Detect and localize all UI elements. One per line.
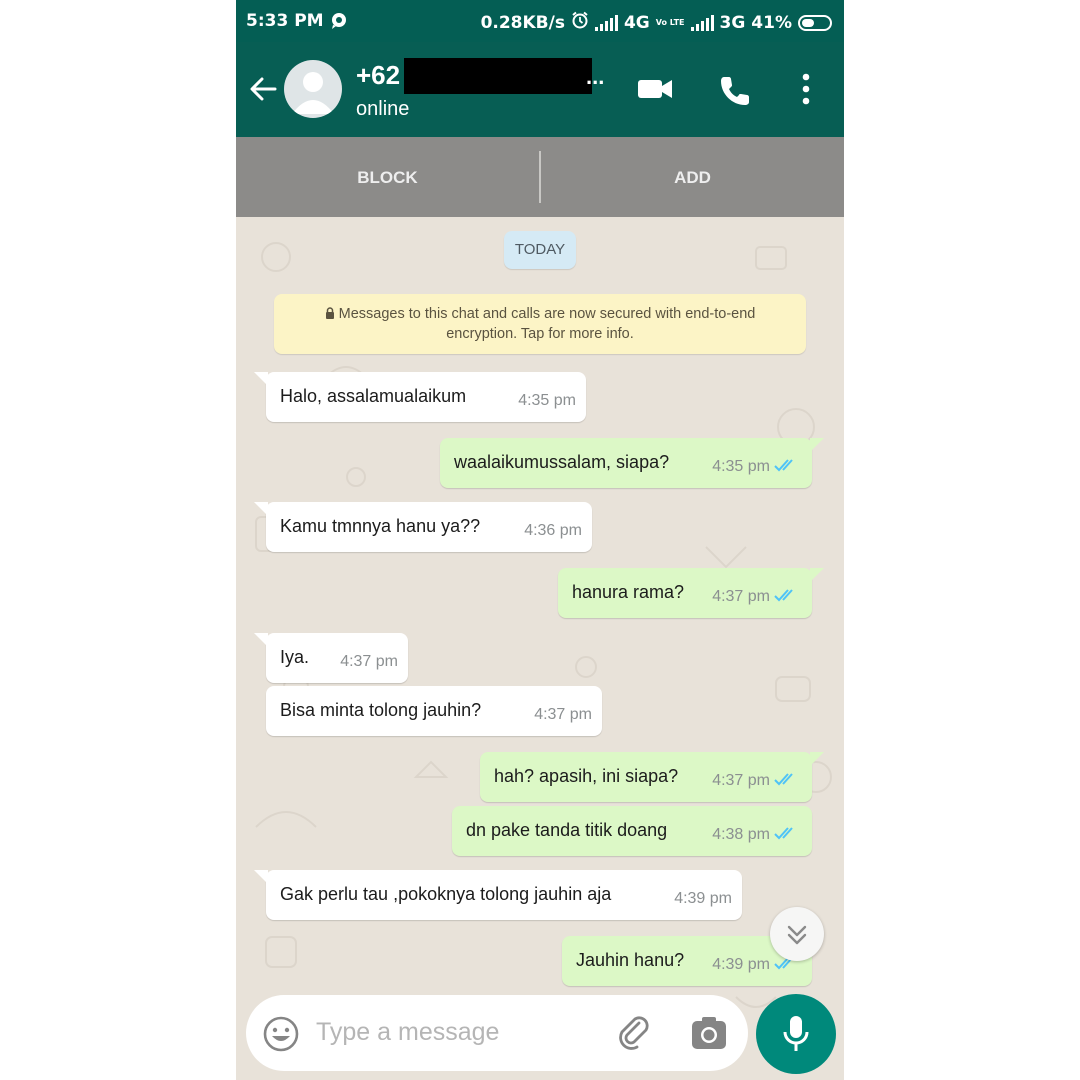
alarm-icon [571, 11, 589, 34]
block-button[interactable]: BLOCK [236, 137, 539, 217]
message-text: Bisa minta tolong jauhin? [280, 700, 482, 720]
avatar[interactable] [284, 60, 342, 118]
attachment-icon[interactable] [616, 1013, 656, 1058]
status-right: 0.28KB/s 4G Vo LTE 3G 41% [481, 11, 832, 34]
scroll-to-bottom-button[interactable] [770, 907, 824, 961]
message-time: 4:39 pm [674, 890, 732, 907]
microphone-icon [782, 1014, 810, 1059]
message-time: 4:37 pm [712, 588, 770, 605]
message-time: 4:37 pm [712, 772, 770, 789]
message-time: 4:38 pm [712, 826, 770, 843]
message-text: hah? apasih, ini siapa? [494, 766, 679, 786]
message-incoming[interactable]: Kamu tmnnya hanu ya?? 4:36 pm [254, 502, 592, 552]
status-time: 5:33 PM [246, 11, 324, 31]
message-time: 4:35 pm [712, 458, 770, 475]
double-check-read-icon [774, 459, 793, 472]
double-chevron-down-icon [787, 925, 807, 945]
message-text: waalaikumussalam, siapa? [454, 452, 670, 472]
chat-area[interactable]: TODAY Messages to this chat and calls ar… [236, 217, 844, 1080]
lock-icon [325, 307, 334, 319]
back-arrow-icon[interactable] [248, 74, 278, 109]
status-bar: 5:33 PM 0.28KB/s 4G Vo LTE 3G 41% [236, 0, 844, 42]
message-text: Kamu tmnnya hanu ya?? [280, 516, 481, 536]
message-incoming[interactable]: Gak perlu tau ,pokoknya tolong jauhin aj… [254, 870, 742, 920]
message-outgoing[interactable]: dn pake tanda titik doang 4:38 pm [452, 806, 812, 856]
emoji-icon[interactable] [262, 1015, 300, 1058]
message-text: dn pake tanda titik doang [466, 820, 668, 840]
message-time: 4:35 pm [518, 392, 576, 409]
network-type-1: 4G [623, 12, 650, 33]
message-outgoing[interactable]: hah? apasih, ini siapa? 4:37 pm [480, 752, 824, 802]
voice-message-button[interactable] [756, 994, 836, 1074]
network-type-2: 3G [719, 12, 746, 33]
message-text: Iya. [280, 647, 310, 667]
chat-header: +62 ... online [236, 42, 844, 137]
message-incoming[interactable]: Iya. 4:37 pm [254, 633, 408, 683]
message-input[interactable] [316, 1011, 596, 1053]
phone-icon[interactable] [718, 74, 752, 113]
contact-name-ellipsis: ... [586, 64, 605, 89]
battery-percent: 41% [751, 12, 792, 33]
video-call-icon[interactable] [636, 74, 674, 109]
message-time: 4:36 pm [524, 522, 582, 539]
volte-indicator: Vo LTE [655, 17, 685, 27]
message-outgoing[interactable]: waalaikumussalam, siapa? 4:35 pm [440, 438, 824, 488]
redacted-number [404, 58, 592, 94]
contact-status: online [356, 98, 410, 120]
double-check-read-icon [774, 589, 793, 602]
message-text: Gak perlu tau ,pokoknya tolong jauhin aj… [280, 884, 612, 904]
message-incoming[interactable]: Bisa minta tolong jauhin? 4:37 pm [266, 686, 602, 736]
signal-strength-icon [594, 14, 618, 31]
double-check-read-icon [774, 773, 793, 786]
message-text: Halo, assalamualaikum [280, 386, 467, 406]
double-check-read-icon [774, 827, 793, 840]
message-text: hanura rama? [572, 582, 685, 602]
chat-notification-icon [330, 12, 348, 35]
message-time: 4:37 pm [340, 653, 398, 670]
default-avatar-icon [292, 72, 334, 114]
signal-strength-icon-2 [690, 14, 714, 31]
phone-screen: 5:33 PM 0.28KB/s 4G Vo LTE 3G 41% +62 ..… [236, 0, 844, 1080]
add-contact-button[interactable]: ADD [541, 137, 844, 217]
message-text: Jauhin hanu? [576, 950, 685, 970]
network-speed: 0.28KB/s [480, 12, 565, 33]
encryption-notice[interactable]: Messages to this chat and calls are now … [274, 294, 806, 354]
message-time: 4:37 pm [534, 706, 592, 723]
camera-icon[interactable] [690, 1015, 728, 1056]
message-outgoing[interactable]: hanura rama? 4:37 pm [558, 568, 824, 618]
unknown-contact-actions: BLOCK ADD [236, 137, 844, 217]
contact-name[interactable]: +62 [356, 60, 400, 91]
message-time: 4:39 pm [712, 956, 770, 973]
message-incoming[interactable]: Halo, assalamualaikum 4:35 pm [254, 372, 586, 422]
battery-icon [798, 14, 832, 31]
message-composer [246, 995, 748, 1071]
date-chip: TODAY [504, 231, 576, 269]
encryption-notice-text: Messages to this chat and calls are now … [338, 306, 756, 342]
more-vert-icon[interactable] [798, 72, 814, 111]
